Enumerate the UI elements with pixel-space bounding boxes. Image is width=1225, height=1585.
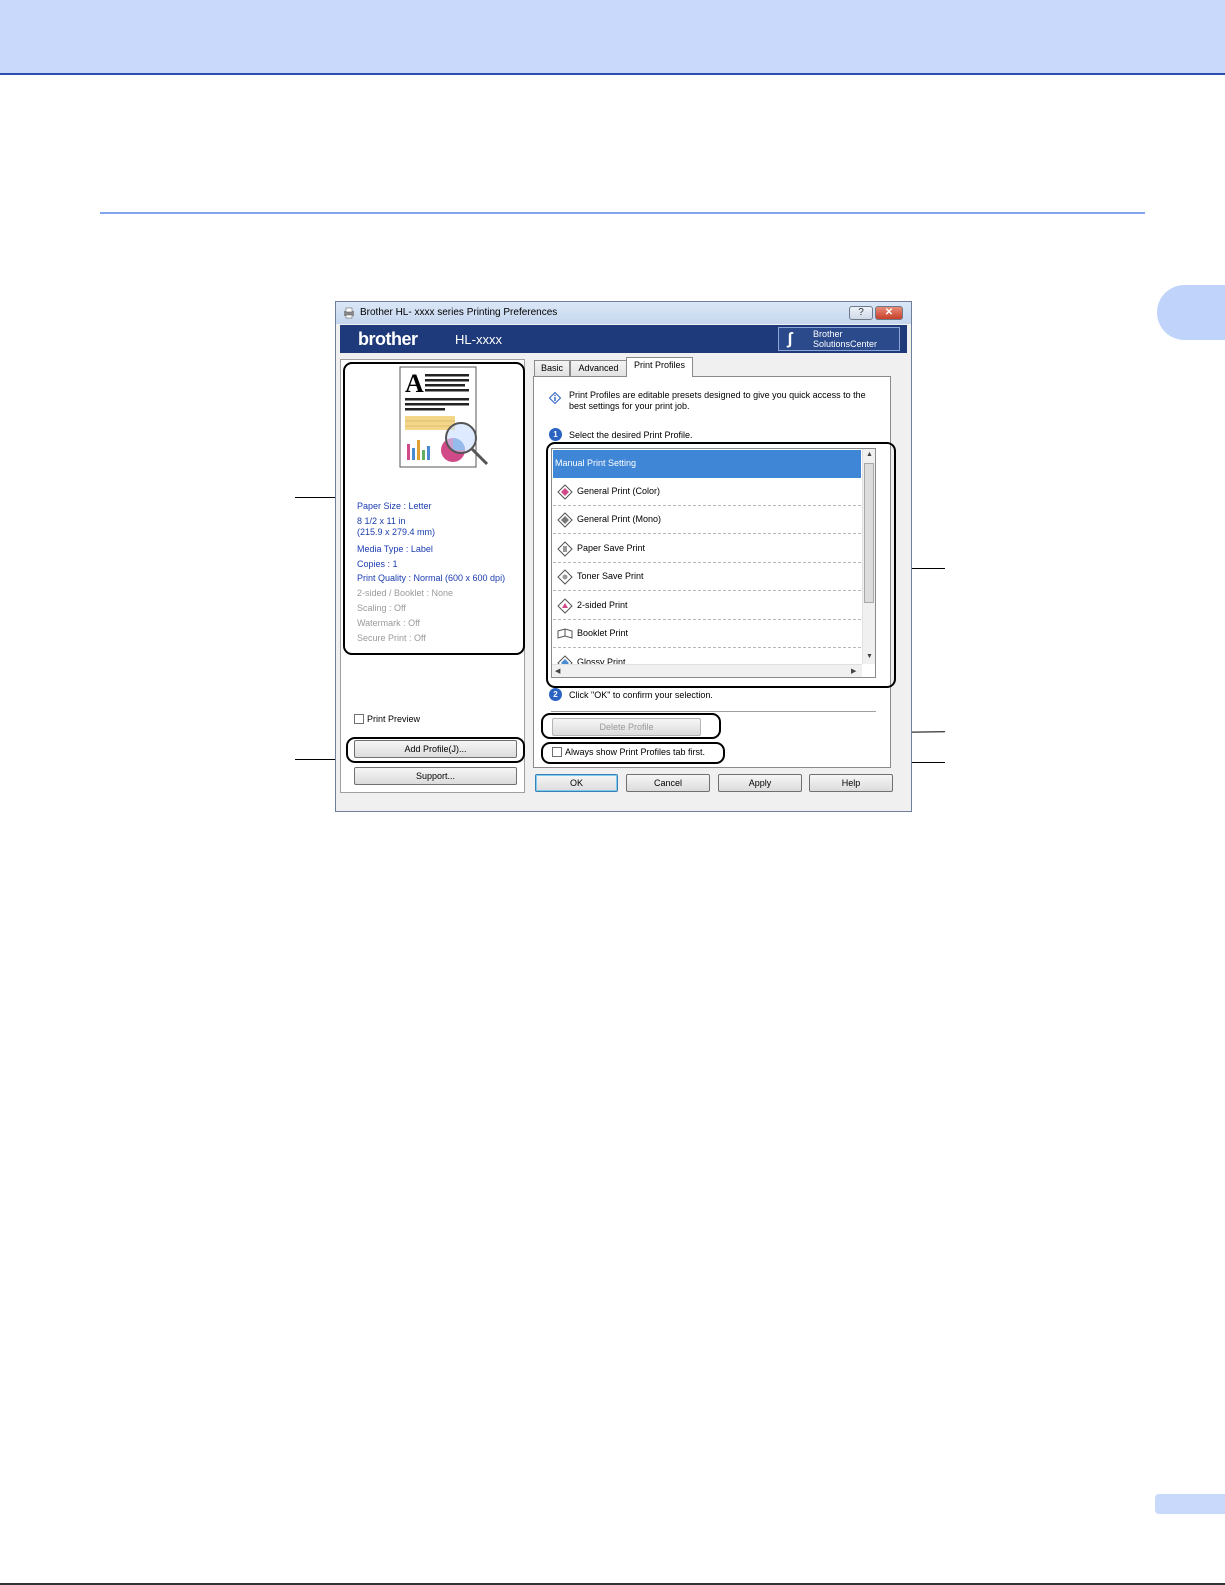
solutions-center-icon: ʃ [787, 329, 793, 348]
callout-add-profile [346, 737, 525, 763]
page-number-tab [1155, 1494, 1225, 1514]
tab-basic[interactable]: Basic [534, 360, 570, 376]
callout-profile-list [546, 442, 896, 688]
step-2-text: Click "OK" to confirm your selection. [569, 690, 713, 700]
window-title: Brother HL- xxxx series Printing Prefere… [360, 307, 558, 318]
help-button[interactable]: Help [809, 774, 893, 792]
solutions-center-line2: SolutionsCenter [813, 339, 878, 349]
model-name: HL-xxxx [455, 332, 502, 347]
printing-preferences-dialog: Brother HL- xxxx series Printing Prefere… [335, 301, 912, 812]
page-header-band [0, 0, 1225, 75]
separator [551, 711, 876, 712]
step-1-text: Select the desired Print Profile. [569, 430, 693, 440]
callout-settings-summary [343, 362, 525, 655]
print-preview-label: Print Preview [367, 714, 421, 724]
print-preview-checkbox[interactable] [354, 714, 364, 724]
brother-logo: brother [358, 329, 418, 349]
help-title-button[interactable]: ? [849, 306, 873, 320]
title-bar: Brother HL- xxxx series Printing Prefere… [336, 302, 911, 324]
solutions-center-line1: Brother [813, 329, 843, 339]
close-button[interactable]: ✕ [875, 306, 903, 320]
info-icon [549, 392, 561, 404]
callout-delete-profile [541, 713, 721, 739]
solutions-center-button[interactable]: ʃ Brother SolutionsCenter [778, 327, 900, 351]
callout-always-show [541, 742, 725, 764]
support-button[interactable]: Support... [354, 767, 517, 785]
ok-button[interactable]: OK [535, 774, 618, 792]
info-text: Print Profiles are editable presets desi… [569, 390, 866, 411]
printer-icon [344, 307, 354, 319]
step-2-icon: 2 [549, 688, 562, 701]
apply-button[interactable]: Apply [718, 774, 802, 792]
brother-banner: brother HL-xxxx ʃ Brother SolutionsCente… [340, 325, 907, 353]
cancel-button[interactable]: Cancel [626, 774, 710, 792]
tab-print-profiles[interactable]: Print Profiles [626, 357, 693, 377]
tab-advanced[interactable]: Advanced [570, 360, 627, 376]
section-rule [100, 212, 1145, 214]
step-1-icon: 1 [549, 428, 562, 441]
chapter-tab [1157, 285, 1225, 340]
